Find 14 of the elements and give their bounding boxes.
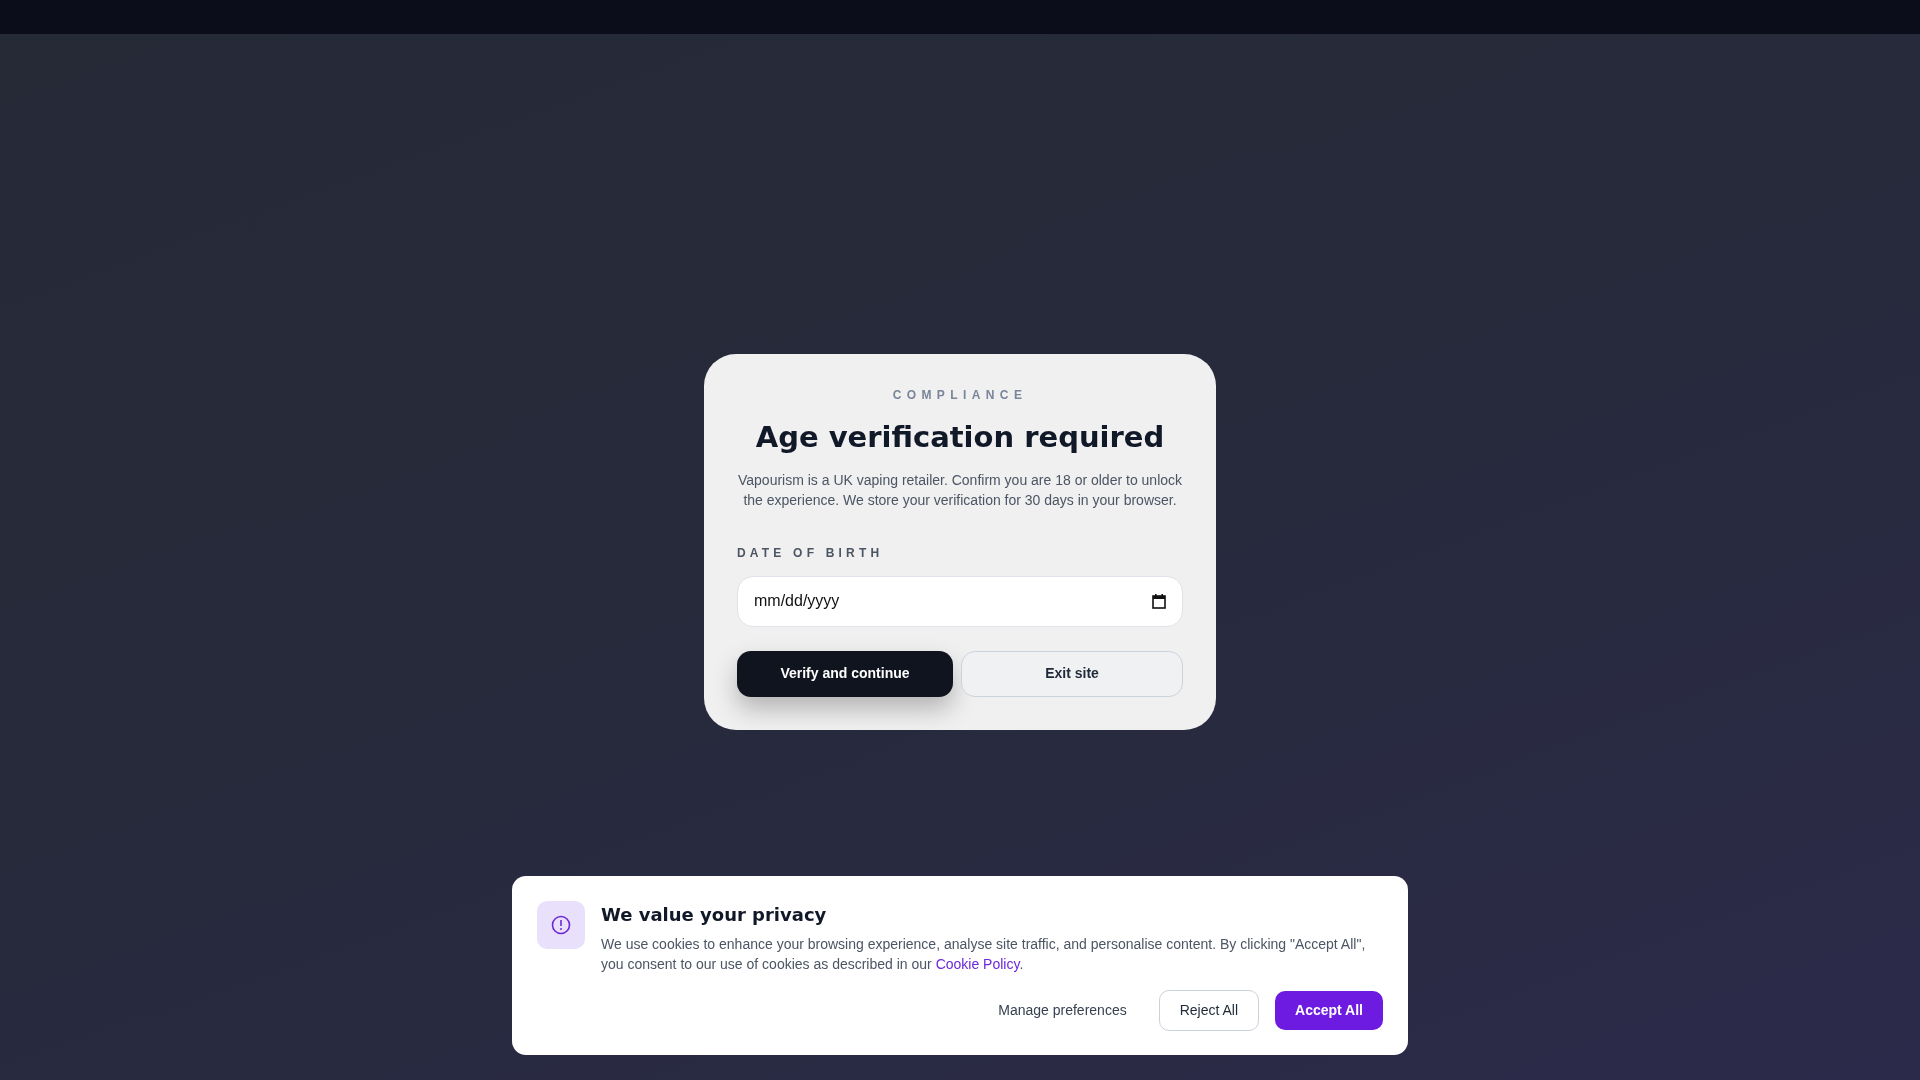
- reject-button[interactable]: Reject All: [1158, 990, 1260, 1031]
- date-field[interactable]: mm/dd/yyyy: [737, 575, 1183, 627]
- dialog-title: Age verification required: [754, 419, 1166, 456]
- banner-title: We value your privacy: [601, 903, 828, 927]
- banner-text: We use cookies to enhance your browsing experience, analyse site traffic, and personalise content. By clicking "Accept All", you consent to our use of cookies as described in our Cookie Policy.: [601, 935, 1367, 974]
- accept-button[interactable]: Accept All: [1275, 991, 1383, 1030]
- field-label: DATE OF BIRTH: [737, 544, 885, 562]
- manage-preferences-button[interactable]: Manage preferences: [982, 992, 1143, 1029]
- exit-button[interactable]: Exit site: [961, 650, 1183, 697]
- section-eyebrow: COMPLIANCE: [891, 387, 1029, 404]
- calendar-icon: [1152, 593, 1166, 609]
- alert-icon: [537, 901, 585, 949]
- dialog-description: Vapourism is a UK vaping retailer. Confirm you are 18 or older to unlock the experience. We store your verification for 30 days in your browser.: [737, 470, 1183, 510]
- verify-button[interactable]: Verify and continue: [737, 650, 953, 697]
